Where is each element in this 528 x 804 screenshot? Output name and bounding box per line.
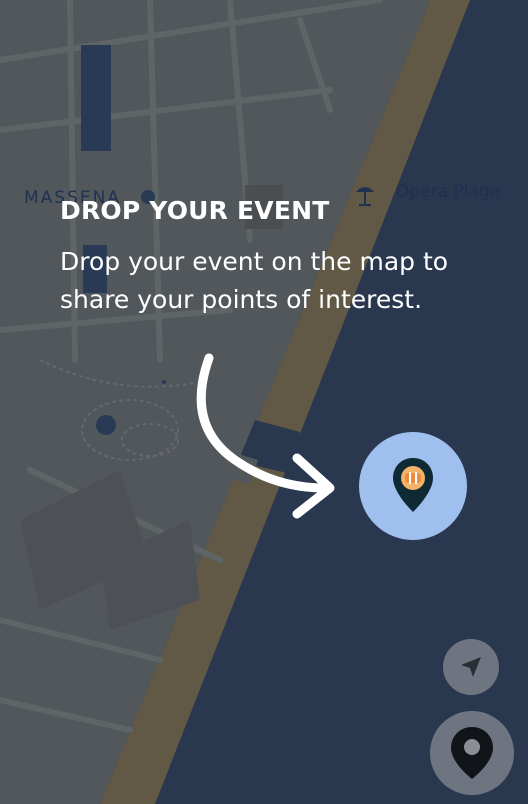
locate-me-button[interactable] [443, 639, 499, 695]
drop-event-target[interactable] [359, 432, 467, 540]
onboarding-description: Drop your event on the map to share your… [60, 247, 449, 314]
onboarding-tooltip: DROP YOUR EVENT Drop your event on the m… [60, 196, 500, 319]
curved-arrow-icon [196, 353, 335, 519]
onboarding-title: DROP YOUR EVENT [60, 196, 330, 225]
event-pin-icon [393, 458, 433, 512]
map-pin-icon [451, 727, 493, 779]
drop-event-button[interactable] [430, 711, 514, 795]
navigation-arrow-icon [461, 657, 481, 677]
